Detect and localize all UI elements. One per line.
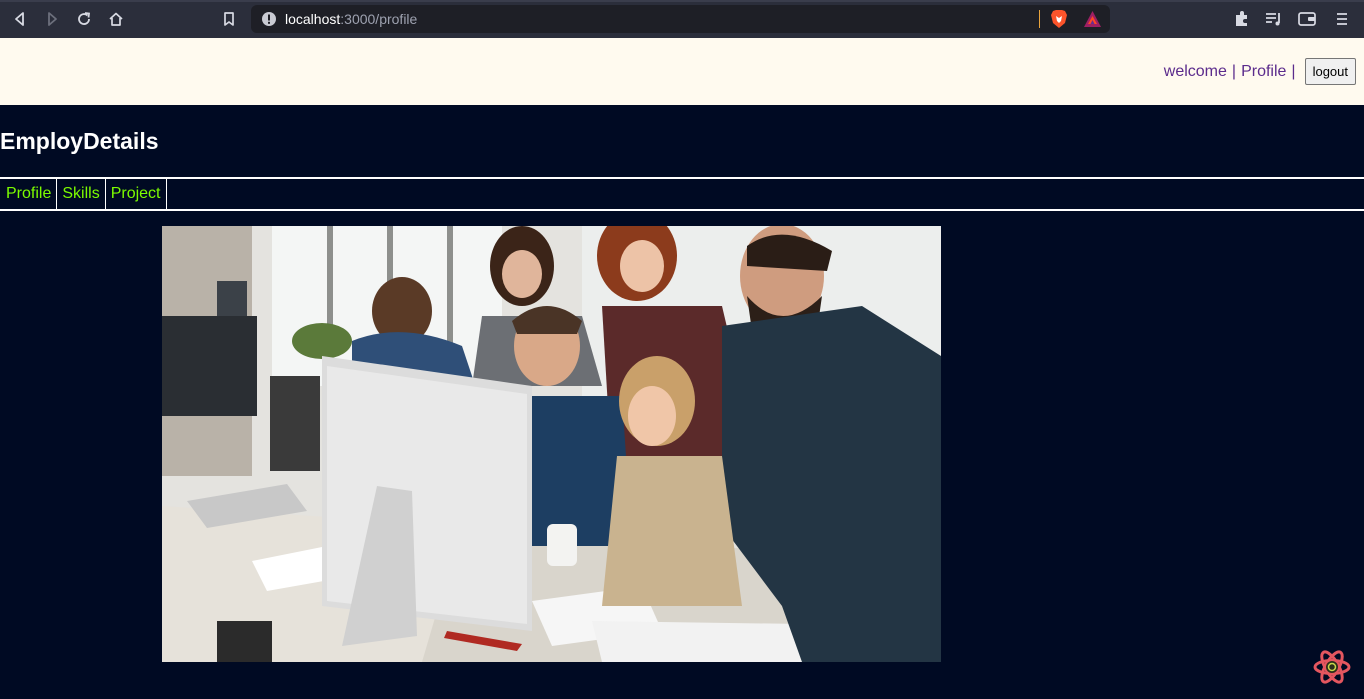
subnav-item-project[interactable]: Project [106,179,167,209]
welcome-link[interactable]: welcome [1164,63,1227,81]
wallet-icon[interactable] [1297,9,1317,29]
logout-button[interactable]: logout [1304,58,1356,85]
bat-rewards-icon[interactable] [1083,10,1102,28]
reload-icon[interactable] [73,8,95,30]
hamburger-menu-icon[interactable] [1332,9,1352,29]
header-nav: welcome | Profile | logout [1164,58,1356,85]
info-icon[interactable] [261,11,277,27]
sub-navigation: Profile Skills Project [0,177,1364,211]
playlist-icon[interactable] [1264,9,1284,29]
header-separator: | [1291,62,1296,80]
browser-toolbar: localhost:3000/profile [0,0,1364,38]
url-text[interactable]: localhost:3000/profile [285,11,417,27]
react-devtools-icon[interactable] [1313,648,1351,686]
page-title: EmployDetails [0,128,159,154]
back-arrow-icon[interactable] [9,8,31,30]
url-divider [1039,10,1040,28]
bookmark-icon[interactable] [218,8,240,30]
puzzle-icon[interactable] [1232,9,1252,29]
tab-strip [0,0,1364,2]
app-header: welcome | Profile | logout [0,38,1364,105]
subnav-item-skills[interactable]: Skills [57,179,106,209]
forward-arrow-icon[interactable] [41,8,63,30]
header-separator: | [1231,62,1237,80]
profile-link[interactable]: Profile [1241,63,1286,81]
brave-lion-icon[interactable] [1050,9,1068,29]
team-photo [162,226,941,662]
address-bar[interactable]: localhost:3000/profile [251,5,1110,33]
url-path: :3000/profile [340,11,418,27]
home-icon[interactable] [105,8,127,30]
subnav-item-profile[interactable]: Profile [0,179,58,209]
url-host: localhost [285,11,341,27]
